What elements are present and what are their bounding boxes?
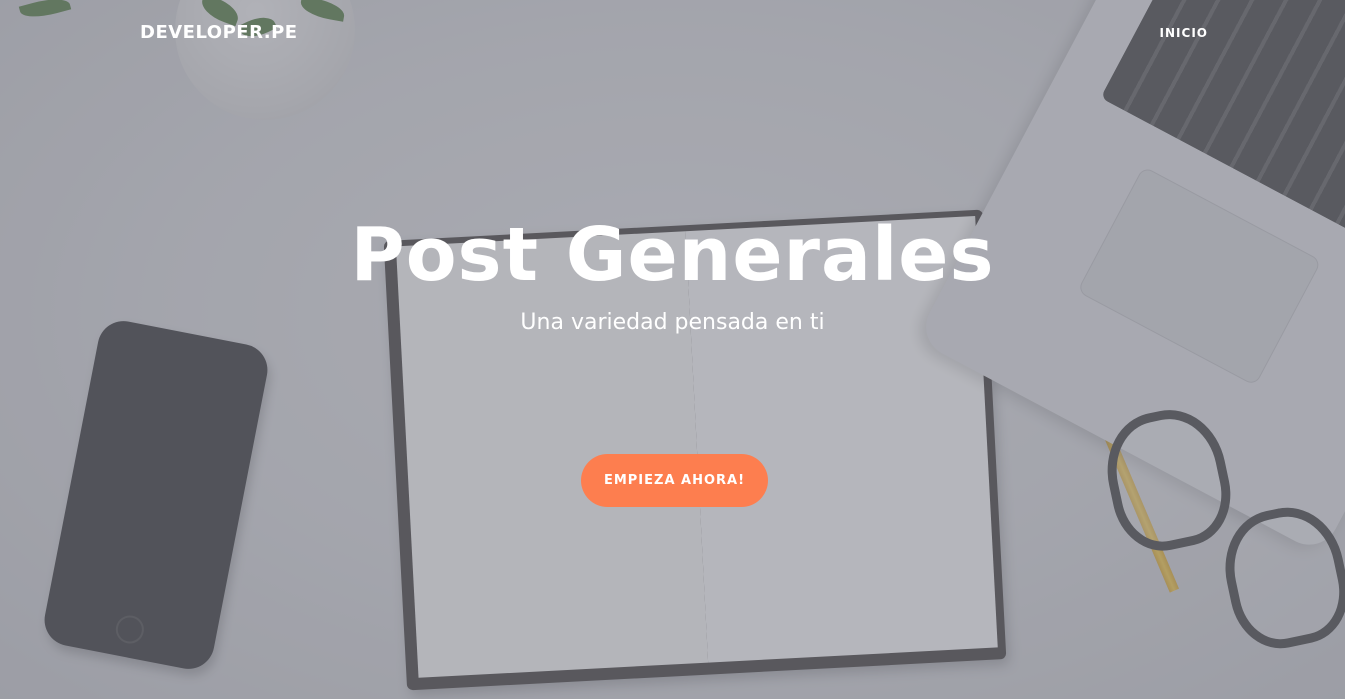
hero-title: Post Generales	[350, 212, 995, 298]
hero-overlay	[0, 0, 1345, 699]
empieza-ahora-button[interactable]: EMPIEZA AHORA!	[581, 454, 768, 507]
navbar: DEVELOPER.PE INICIO	[0, 0, 1345, 70]
hero-content: Post Generales Una variedad pensada en t…	[0, 200, 1345, 336]
hero-section: DEVELOPER.PE INICIO Post Generales Una v…	[0, 0, 1345, 699]
brand-logo-link[interactable]: DEVELOPER.PE	[140, 22, 298, 43]
nav-link-inicio[interactable]: INICIO	[1160, 26, 1208, 40]
hero-subtitle: Una variedad pensada en ti	[520, 310, 825, 335]
